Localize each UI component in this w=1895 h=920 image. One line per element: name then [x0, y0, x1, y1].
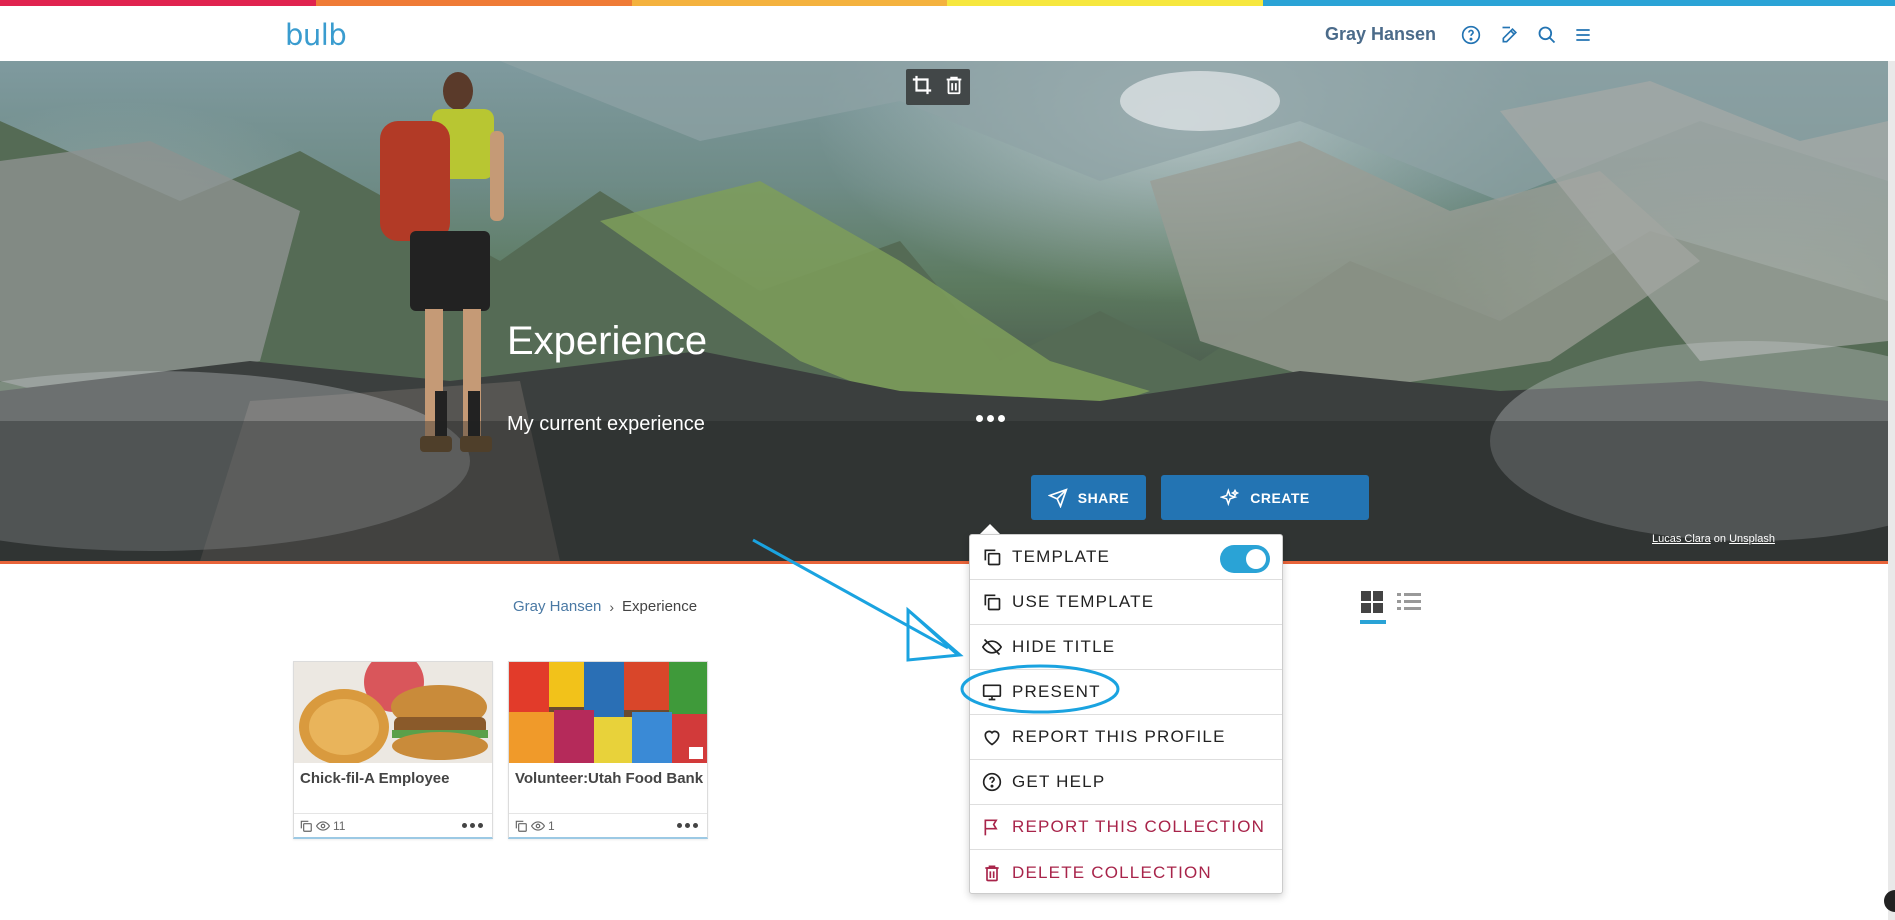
grid-view-icon[interactable] [1360, 590, 1384, 614]
help-icon[interactable] [1458, 22, 1484, 48]
photo-author-link[interactable]: Lucas Clara [1652, 533, 1711, 545]
user-name-link[interactable]: Gray Hansen [1325, 24, 1436, 45]
collection-card[interactable]: Volunteer:Utah Food Bank 1 [508, 661, 708, 839]
monitor-icon [982, 684, 1002, 701]
card-view-count: 11 [333, 818, 346, 833]
copy-icon [984, 549, 1001, 566]
collection-card[interactable]: Chick-fil-A Employee 11 [293, 661, 493, 839]
card-footer: 11 [294, 813, 492, 837]
menu-item-get-help[interactable]: GET HELP [970, 760, 1282, 805]
breadcrumb-parent-link[interactable]: Gray Hansen [513, 598, 601, 615]
menu-item-label: PRESENT [1012, 682, 1101, 701]
menu-item-label: REPORT THIS PROFILE [1012, 727, 1226, 746]
more-dot [462, 823, 467, 828]
menu-item-label: HIDE TITLE [1012, 637, 1116, 656]
menu-item-label: GET HELP [1012, 772, 1106, 791]
active-view-indicator [1360, 620, 1386, 624]
chevron-right-icon: › [609, 598, 615, 615]
bulb-logo[interactable]: bulb [285, 18, 347, 52]
mountain-scene-image [0, 61, 1888, 561]
copy-icon [300, 820, 312, 832]
crop-icon[interactable] [911, 74, 933, 101]
photo-source-link[interactable]: Unsplash [1729, 533, 1775, 545]
more-dot [677, 823, 682, 828]
trash-icon [985, 865, 999, 881]
share-button[interactable]: SHARE [1031, 475, 1146, 520]
create-button[interactable]: CREATE [1161, 475, 1369, 520]
more-dot [975, 414, 983, 422]
menu-item-label: DELETE COLLECTION [1012, 862, 1212, 882]
edit-icon[interactable] [1497, 22, 1523, 48]
card-image [509, 662, 707, 763]
eye-icon [531, 820, 545, 831]
photo-credit-on: on [1713, 533, 1727, 545]
list-view-icon[interactable] [1396, 590, 1422, 614]
breadcrumb-current: Experience [622, 598, 698, 615]
menu-item-label: TEMPLATE [1012, 547, 1111, 566]
card-title[interactable]: Chick-fil-A Employee [300, 770, 449, 787]
card-image [294, 662, 492, 763]
hero-banner: Experience My current experience SHARE C… [0, 61, 1888, 561]
annotation-arrow-head [906, 606, 964, 662]
flag-icon [984, 819, 998, 836]
menu-item-delete-collection[interactable]: DELETE COLLECTION [970, 850, 1282, 895]
card-more-button[interactable] [677, 823, 702, 828]
more-dot [693, 823, 698, 828]
options-menu: TEMPLATE USE TEMPLATE HIDE TITLE PRESENT… [969, 534, 1283, 894]
template-toggle[interactable] [1220, 545, 1270, 573]
search-icon[interactable] [1534, 22, 1560, 48]
card-footer: 1 [509, 813, 707, 837]
more-dot [685, 823, 690, 828]
eye-icon [316, 820, 330, 831]
card-title[interactable]: Volunteer:Utah Food Bank [515, 770, 703, 787]
create-label: CREATE [1250, 489, 1310, 506]
image-tools [906, 69, 970, 105]
trash-icon[interactable] [943, 74, 965, 101]
menu-item-label: USE TEMPLATE [1012, 592, 1155, 611]
menu-item-present[interactable]: PRESENT [970, 670, 1282, 715]
menu-icon[interactable] [1570, 22, 1596, 48]
floating-action-icon[interactable] [1884, 890, 1895, 912]
card-more-button[interactable] [462, 823, 487, 828]
card-view-count: 1 [548, 818, 555, 833]
more-dot [478, 823, 483, 828]
eye-off-icon [982, 638, 1002, 656]
copy-icon [984, 594, 1001, 611]
menu-item-report-profile[interactable]: REPORT THIS PROFILE [970, 715, 1282, 760]
share-label: SHARE [1077, 489, 1130, 506]
sparkle-icon [1220, 487, 1240, 506]
menu-caret [980, 524, 1000, 534]
menu-item-report-collection[interactable]: REPORT THIS COLLECTION [970, 805, 1282, 850]
menu-item-label: REPORT THIS COLLECTION [1012, 817, 1266, 836]
more-dot [470, 823, 475, 828]
page-scrollbar[interactable] [1888, 61, 1895, 920]
copy-icon [515, 820, 527, 832]
collection-title: Experience [507, 319, 708, 363]
top-header: bulb Gray Hansen [0, 6, 1895, 61]
breadcrumb: Gray Hansen › Experience [513, 598, 697, 615]
hero-divider [0, 561, 1888, 564]
collection-subtitle: My current experience [507, 413, 705, 435]
photo-credit: Lucas Clara on Unsplash [1652, 533, 1775, 545]
send-icon [1047, 487, 1068, 508]
menu-item-use-template[interactable]: USE TEMPLATE [970, 580, 1282, 625]
more-options-button[interactable] [968, 406, 1012, 430]
more-dot [997, 414, 1005, 422]
menu-item-template[interactable]: TEMPLATE [970, 535, 1282, 580]
more-dot [986, 414, 994, 422]
menu-item-hide-title[interactable]: HIDE TITLE [970, 625, 1282, 670]
heart-icon [984, 730, 1000, 746]
help-icon [982, 772, 1002, 792]
